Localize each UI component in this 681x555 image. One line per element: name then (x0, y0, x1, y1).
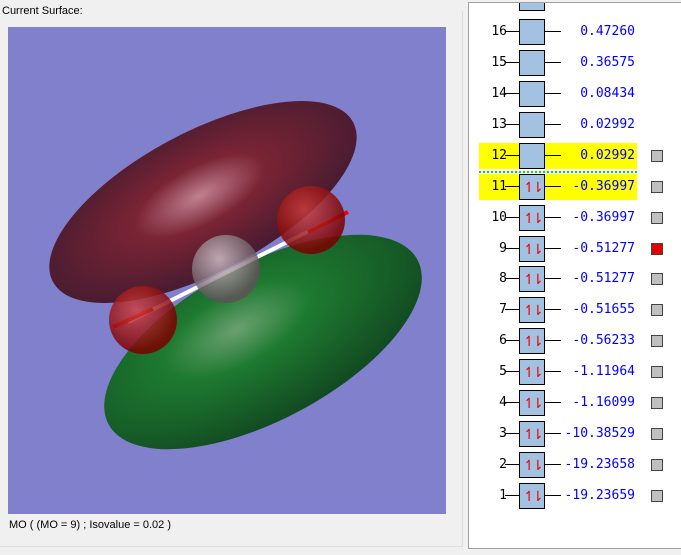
surface-checkbox[interactable] (651, 242, 663, 255)
orbital-number: 15 (491, 54, 507, 70)
orbital-row[interactable]: 11 ↿⇂ -0.36997 (469, 173, 681, 200)
surface-checkbox[interactable] (651, 489, 663, 502)
molecule-viewport[interactable] (8, 27, 446, 514)
orbital-box[interactable]: ↿⇂ (519, 390, 545, 417)
oxygen-atom (109, 286, 177, 354)
carbon-atom (192, 235, 260, 303)
surface-checkbox[interactable] (651, 149, 663, 162)
orbital-box[interactable] (519, 142, 545, 169)
orbital-row[interactable]: 15 0.36575 (469, 49, 681, 76)
orbital-box[interactable]: ↿⇂ (519, 266, 545, 293)
orbital-number: 4 (499, 395, 507, 411)
orbital-row[interactable]: 2 ↿⇂ -19.23658 (469, 452, 681, 479)
orbital-number: 16 (491, 24, 507, 39)
orbital-surface-render (49, 101, 422, 450)
orbital-energy: -19.23658 (564, 457, 635, 473)
orbital-row[interactable]: 8 ↿⇂ -0.51277 (469, 266, 681, 293)
orbital-energy: -0.51277 (572, 240, 635, 256)
electron-pair-icon: ↿⇂ (523, 487, 544, 504)
orbital-row[interactable]: 16 0.47260 (469, 19, 681, 45)
electron-pair-icon: ↿⇂ (523, 209, 544, 226)
orbital-box[interactable]: ↿⇂ (519, 173, 545, 200)
orbital-energy: -0.36997 (572, 209, 635, 225)
orbital-number: 3 (499, 426, 507, 442)
orbital-box-partial (519, 3, 545, 11)
orbital-energy: -0.51277 (572, 271, 635, 287)
orbital-energy: 0.36575 (580, 54, 635, 70)
orbital-box[interactable]: ↿⇂ (519, 359, 545, 386)
orbital-number: 5 (499, 364, 507, 380)
orbital-row[interactable]: 13 0.02992 (469, 111, 681, 138)
orbital-number: 8 (499, 271, 507, 287)
orbital-box[interactable]: ↿⇂ (519, 421, 545, 448)
electron-pair-icon: ↿⇂ (523, 333, 544, 350)
orbital-box[interactable] (519, 111, 545, 138)
orbital-number: 2 (499, 457, 507, 473)
surface-checkbox[interactable] (651, 366, 663, 379)
orbital-box[interactable]: ↿⇂ (519, 297, 545, 324)
orbital-energy: 0.02992 (580, 116, 635, 132)
orbital-energy: -0.36997 (572, 178, 635, 194)
orbital-row[interactable]: 3 ↿⇂ -10.38529 (469, 421, 681, 448)
orbital-number: 7 (499, 302, 507, 318)
orbital-row[interactable]: 5 ↿⇂ -1.11964 (469, 359, 681, 386)
oxygen-atom (277, 186, 345, 254)
electron-pair-icon: ↿⇂ (523, 426, 544, 443)
orbital-number: 10 (491, 209, 507, 225)
orbital-row[interactable]: 1 ↿⇂ -19.23659 (469, 482, 681, 509)
orbital-energy: -1.16099 (572, 395, 635, 411)
orbital-row[interactable]: 7 ↿⇂ -0.51655 (469, 297, 681, 324)
orbital-row[interactable]: 12 0.02992 (469, 142, 681, 169)
orbital-number: 11 (491, 178, 507, 194)
orbital-number: 9 (499, 240, 507, 256)
surface-checkbox[interactable] (651, 211, 663, 224)
orbital-row[interactable]: 4 ↿⇂ -1.16099 (469, 390, 681, 417)
homo-lumo-divider (479, 170, 637, 173)
orbital-number: 14 (491, 85, 507, 101)
electron-pair-icon: ↿⇂ (523, 364, 544, 381)
surface-checkbox[interactable] (651, 335, 663, 348)
orbital-energy: -10.38529 (564, 426, 635, 442)
surface-checkbox[interactable] (651, 428, 663, 441)
orbital-number: 13 (491, 116, 507, 132)
orbital-box[interactable]: ↿⇂ (519, 482, 545, 509)
orbital-box[interactable]: ↿⇂ (519, 235, 545, 262)
surface-checkbox[interactable] (651, 397, 663, 410)
surface-checkbox[interactable] (651, 459, 663, 472)
electron-pair-icon: ↿⇂ (523, 271, 544, 288)
surface-checkbox[interactable] (651, 180, 663, 193)
orbital-box[interactable]: ↿⇂ (519, 452, 545, 479)
orbital-number: 1 (499, 487, 507, 503)
orbital-row[interactable]: 14 0.08434 (469, 80, 681, 107)
orbital-row[interactable]: 6 ↿⇂ -0.56233 (469, 328, 681, 355)
orbital-energy: -0.51655 (572, 302, 635, 318)
electron-pair-icon: ↿⇂ (523, 395, 544, 412)
orbital-number: 6 (499, 333, 507, 349)
orbital-energy: -1.11964 (572, 364, 635, 380)
orbital-box[interactable] (519, 80, 545, 107)
orbital-energy: 0.08434 (580, 85, 635, 101)
electron-pair-icon: ↿⇂ (523, 302, 544, 319)
electron-pair-icon: ↿⇂ (523, 178, 544, 195)
orbital-energy: 0.02992 (580, 147, 635, 163)
orbital-box[interactable]: ↿⇂ (519, 328, 545, 355)
orbital-box[interactable] (519, 19, 545, 45)
orbital-energy: 0.47260 (580, 24, 635, 39)
electron-pair-icon: ↿⇂ (523, 240, 544, 257)
electron-pair-icon: ↿⇂ (523, 457, 544, 474)
orbital-row[interactable]: 10 ↿⇂ -0.36997 (469, 204, 681, 231)
surface-checkbox[interactable] (651, 304, 663, 317)
orbital-box[interactable]: ↿⇂ (519, 204, 545, 231)
surface-status: MO ( (MO = 9) ; Isovalue = 0.02 ) (9, 519, 171, 531)
surface-checkbox[interactable] (651, 273, 663, 286)
orbital-number: 12 (491, 147, 507, 163)
orbital-energy: -0.56233 (572, 333, 635, 349)
orbital-row[interactable]: 9 ↿⇂ -0.51277 (469, 235, 681, 262)
orbital-box[interactable] (519, 49, 545, 76)
current-surface-label: Current Surface: (2, 5, 83, 17)
mo-diagram-panel[interactable]: 16 0.47260 15 0.36575 14 0.08434 13 0.02992 12 0.… (468, 2, 681, 549)
orbital-energy: -19.23659 (564, 487, 635, 503)
